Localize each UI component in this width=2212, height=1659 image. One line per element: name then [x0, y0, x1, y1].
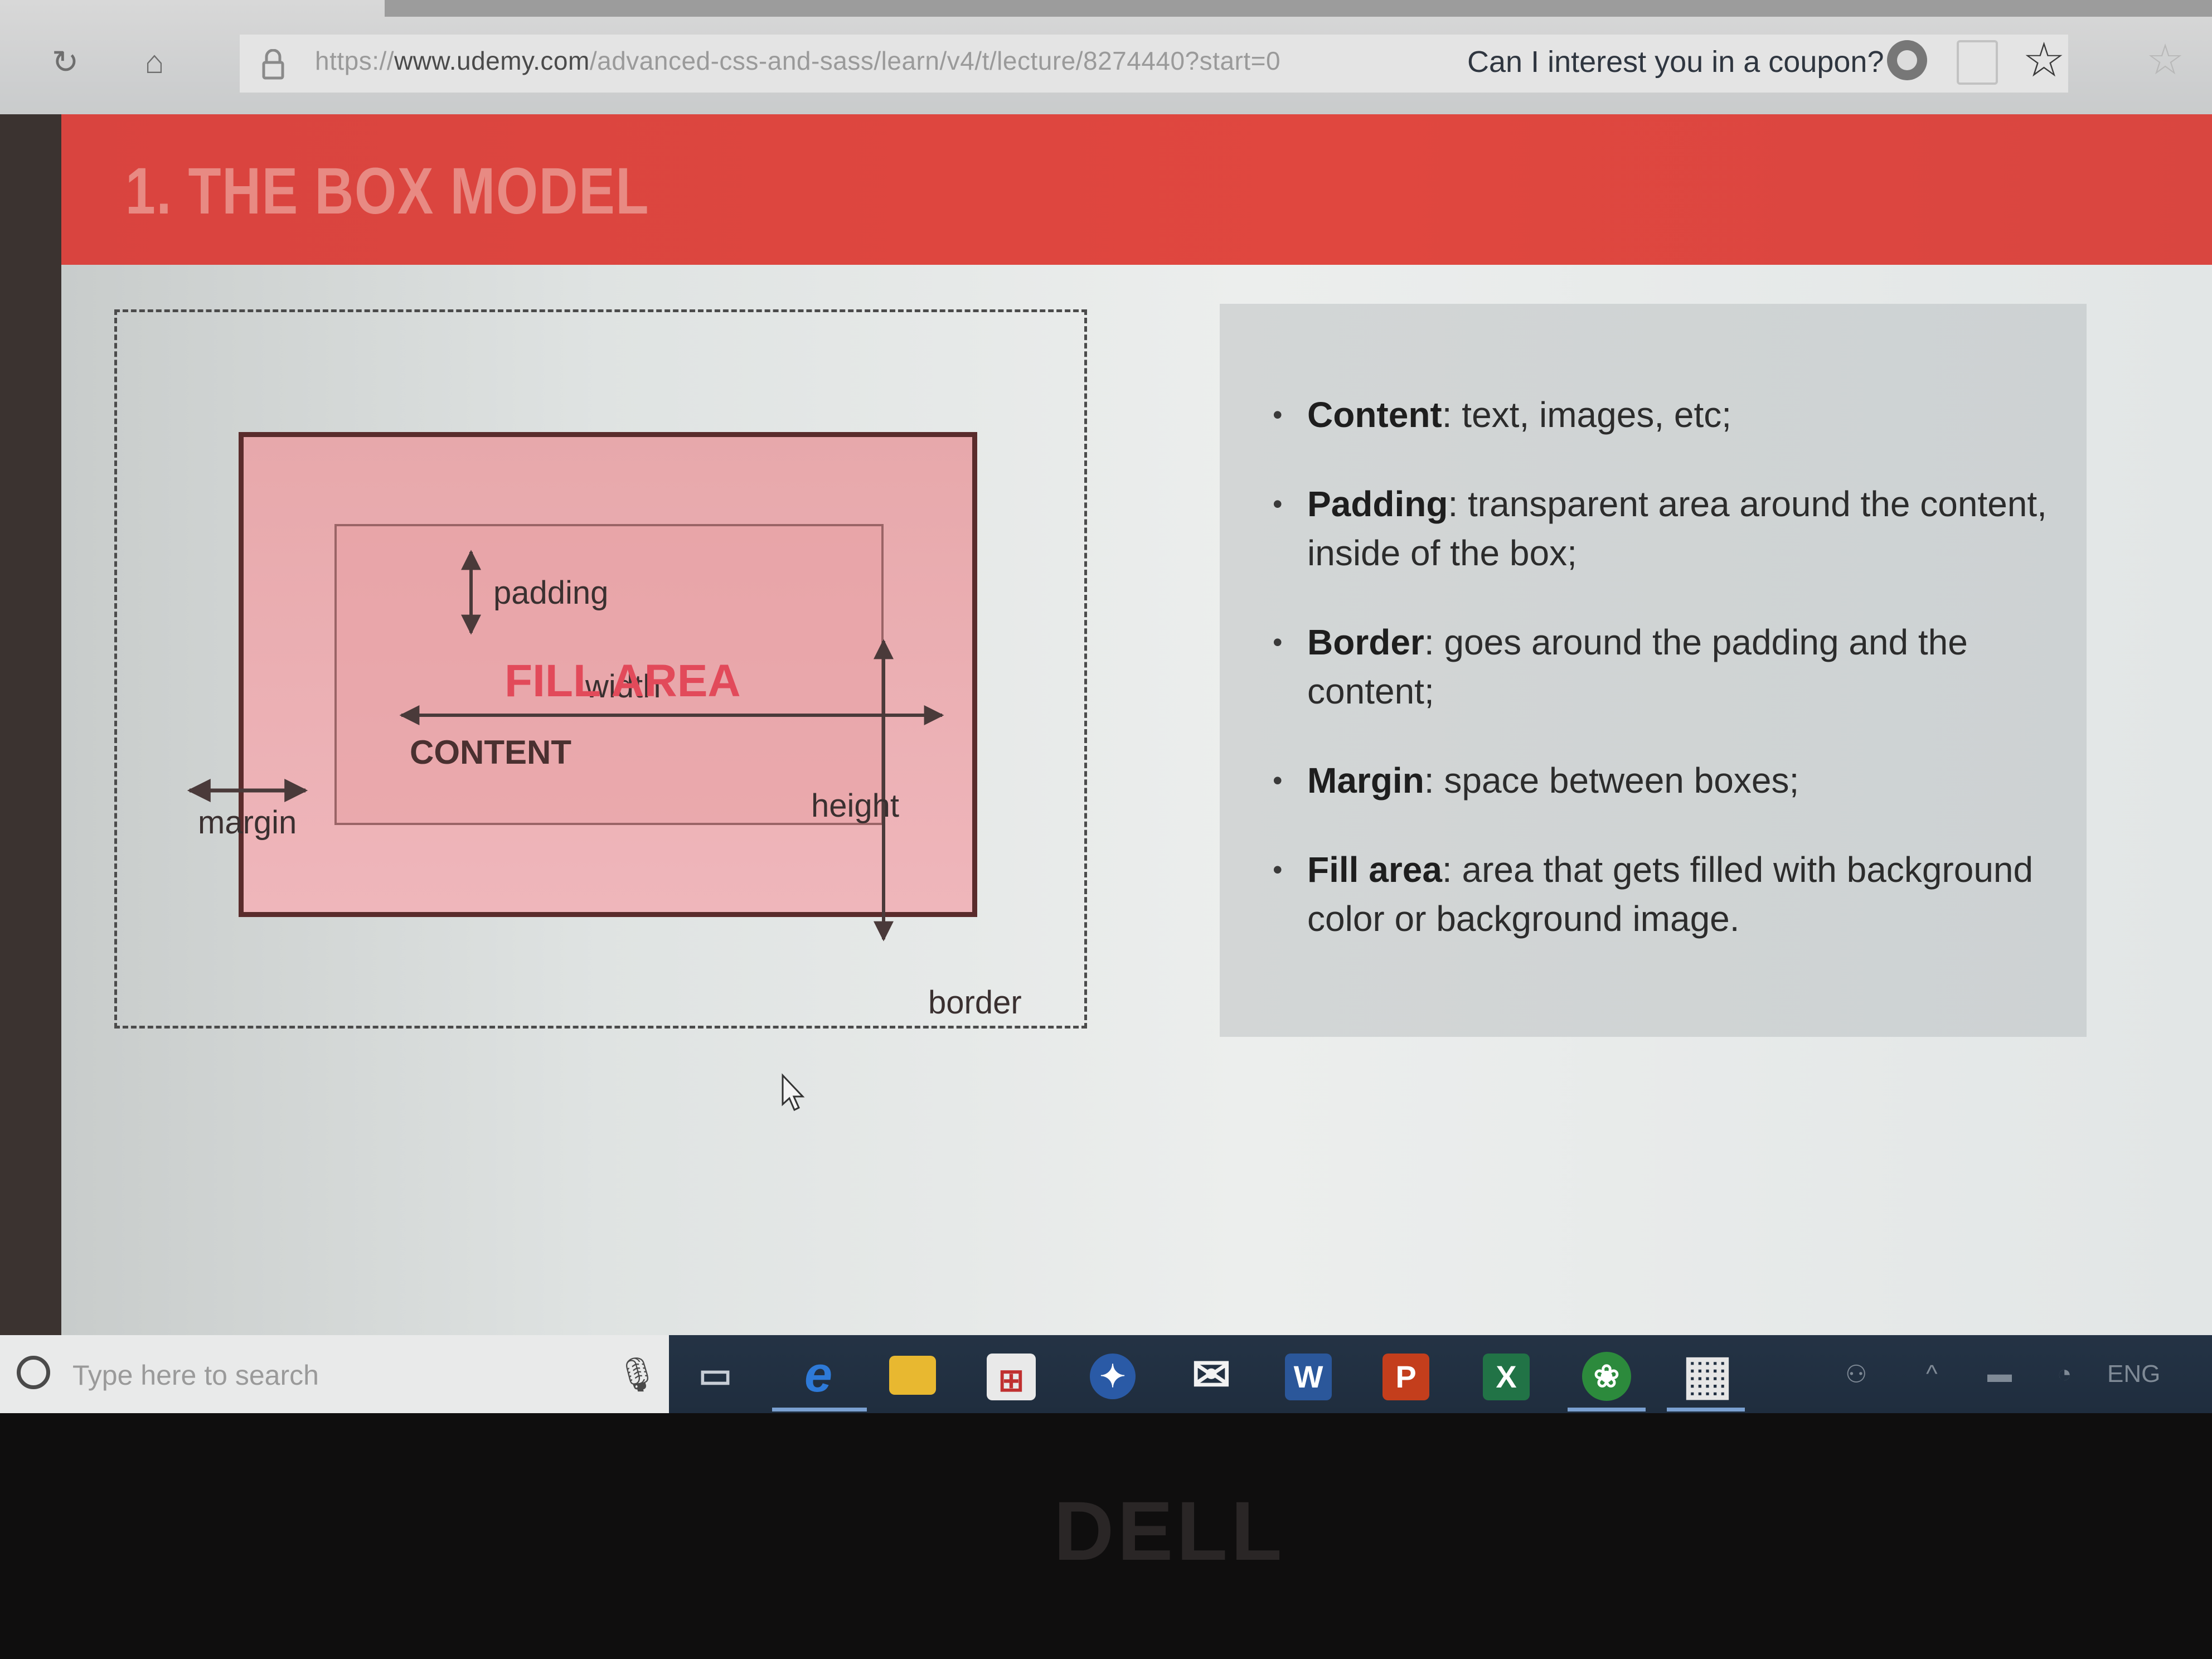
bullet-icon: •: [1273, 627, 1283, 658]
battery-icon[interactable]: ▬: [1987, 1360, 2012, 1388]
list-item: • Content: text, images, etc;: [1273, 390, 2088, 439]
powerpoint-icon[interactable]: P: [1382, 1354, 1429, 1400]
app-green-icon[interactable]: ❀: [1582, 1352, 1631, 1401]
people-icon[interactable]: ⚇: [1845, 1360, 1867, 1389]
bullet-icon: •: [1273, 765, 1283, 796]
content-label: CONTENT: [410, 734, 571, 771]
list-item: • Fill area: area that gets filled with b…: [1273, 845, 2088, 943]
microphone-icon[interactable]: 🎙: [616, 1355, 658, 1394]
word-icon[interactable]: W: [1285, 1354, 1332, 1400]
wifi-icon[interactable]: ◔: [2057, 1360, 2072, 1388]
bullet-icon: •: [1273, 854, 1283, 885]
dell-logo: DELL: [1054, 1484, 1286, 1578]
list-item: • Margin: space between boxes;: [1273, 756, 2088, 805]
app-blue-icon[interactable]: ✦: [1090, 1354, 1136, 1399]
definitions-list: • Content: text, images, etc; • Padding: t…: [1273, 390, 2088, 983]
file-explorer-icon[interactable]: ▬: [889, 1356, 936, 1395]
excel-icon[interactable]: X: [1483, 1354, 1530, 1400]
padding-label: padding: [493, 575, 609, 611]
bullet-icon: •: [1273, 399, 1283, 430]
search-input[interactable]: Type here to search: [72, 1359, 319, 1391]
cortana-icon[interactable]: [17, 1356, 50, 1389]
language-indicator[interactable]: ENG: [2107, 1360, 2160, 1388]
list-item: • Border: goes around the padding and the…: [1273, 618, 2088, 716]
active-app-indicator: [772, 1408, 867, 1411]
fill-area-label: FILL AREA: [505, 656, 741, 706]
calculator-icon[interactable]: ▦: [1681, 1348, 1734, 1401]
edge-icon[interactable]: e: [792, 1348, 845, 1401]
height-label: height: [811, 788, 900, 824]
active-app-indicator: [1667, 1408, 1745, 1411]
mouse-cursor-icon: [782, 1073, 805, 1112]
task-view-icon[interactable]: ▭: [688, 1348, 742, 1401]
chevron-up-icon[interactable]: ^: [1926, 1360, 1938, 1388]
bullet-icon: •: [1273, 488, 1283, 520]
border-label: border: [928, 984, 1022, 1021]
margin-label: margin: [198, 804, 297, 841]
list-item: • Padding: transparent area around the co…: [1273, 479, 2088, 578]
mail-icon[interactable]: ✉: [1185, 1348, 1238, 1401]
store-icon[interactable]: ⊞: [987, 1354, 1036, 1400]
active-app-indicator: [1568, 1408, 1646, 1411]
